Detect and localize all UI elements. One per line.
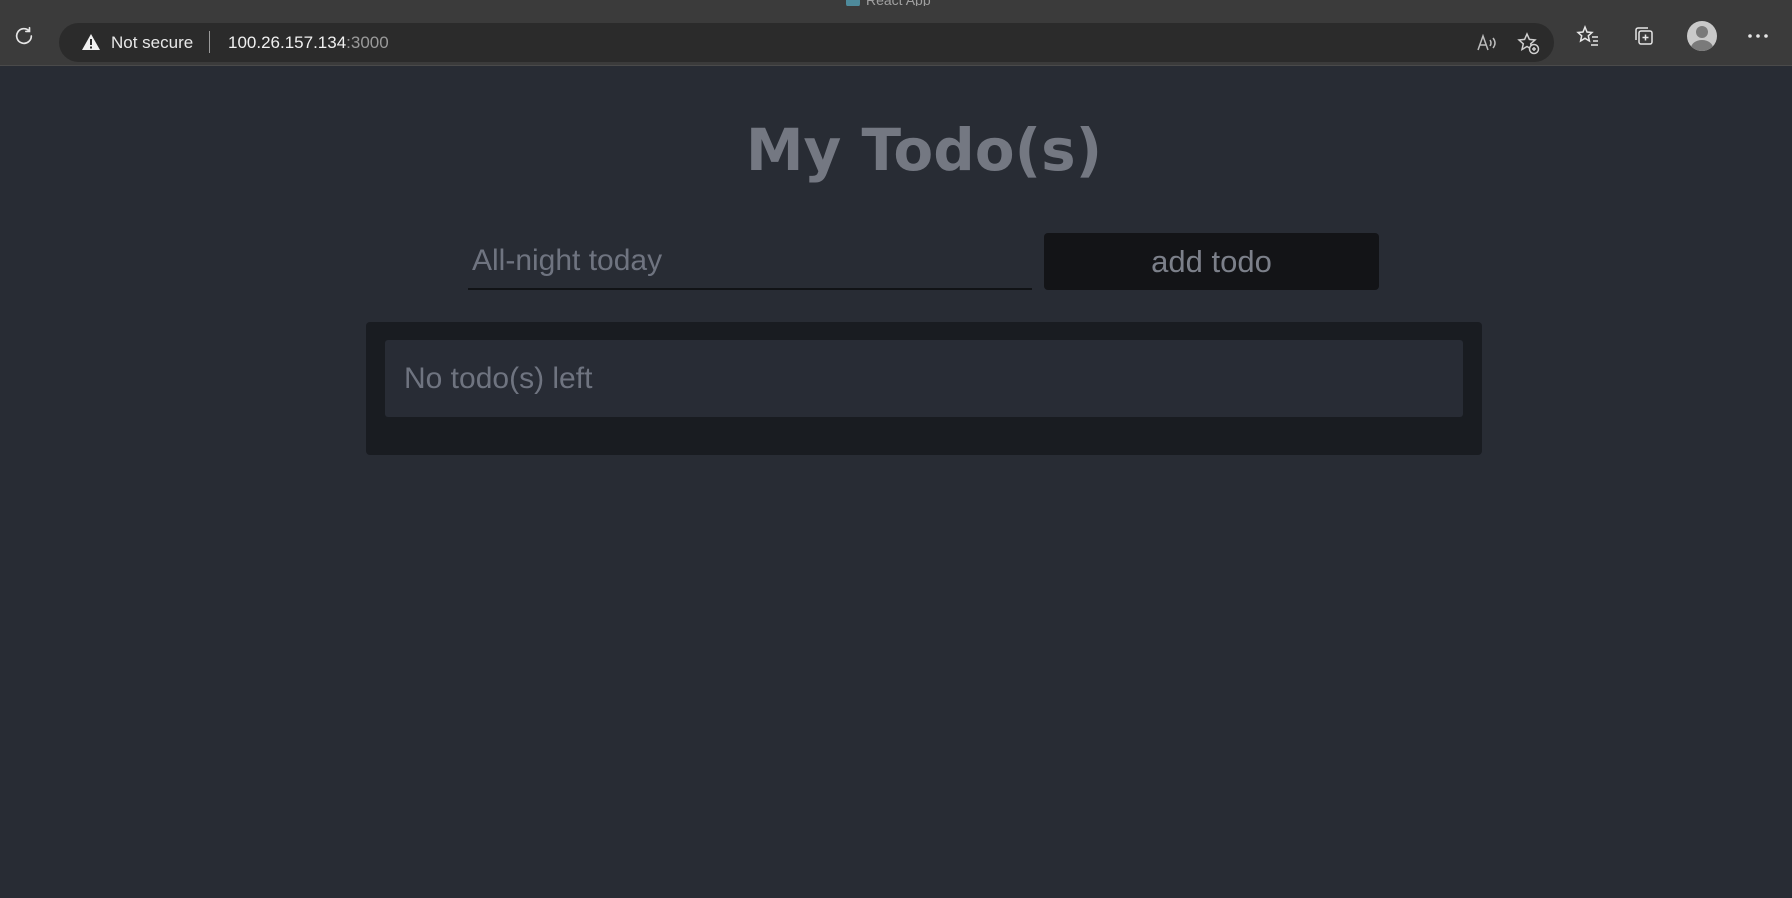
browser-toolbar: Not secure 100.26.157.134:3000 (0, 6, 1792, 66)
security-status[interactable]: Not secure (111, 33, 193, 53)
url-text[interactable]: 100.26.157.134:3000 (228, 33, 389, 53)
more-options-icon[interactable] (1740, 18, 1776, 54)
add-favorite-icon[interactable] (1516, 31, 1540, 55)
add-todo-button[interactable]: add todo (1044, 233, 1379, 290)
read-aloud-icon[interactable] (1475, 31, 1499, 55)
address-bar[interactable]: Not secure 100.26.157.134:3000 (59, 23, 1554, 62)
page-title: My Todo(s) (745, 116, 1103, 184)
url-host: 100.26.157.134 (228, 33, 347, 52)
todo-input[interactable] (468, 234, 1032, 290)
refresh-icon[interactable] (6, 18, 42, 54)
favorites-icon[interactable] (1570, 18, 1606, 54)
avatar (1687, 21, 1717, 51)
address-divider (209, 31, 210, 53)
collections-icon[interactable] (1626, 18, 1662, 54)
empty-list-message: No todo(s) left (385, 340, 1463, 417)
profile-button[interactable] (1684, 18, 1720, 54)
url-port: :3000 (346, 33, 389, 52)
warning-icon (82, 34, 100, 50)
todo-list: No todo(s) left (366, 322, 1482, 455)
